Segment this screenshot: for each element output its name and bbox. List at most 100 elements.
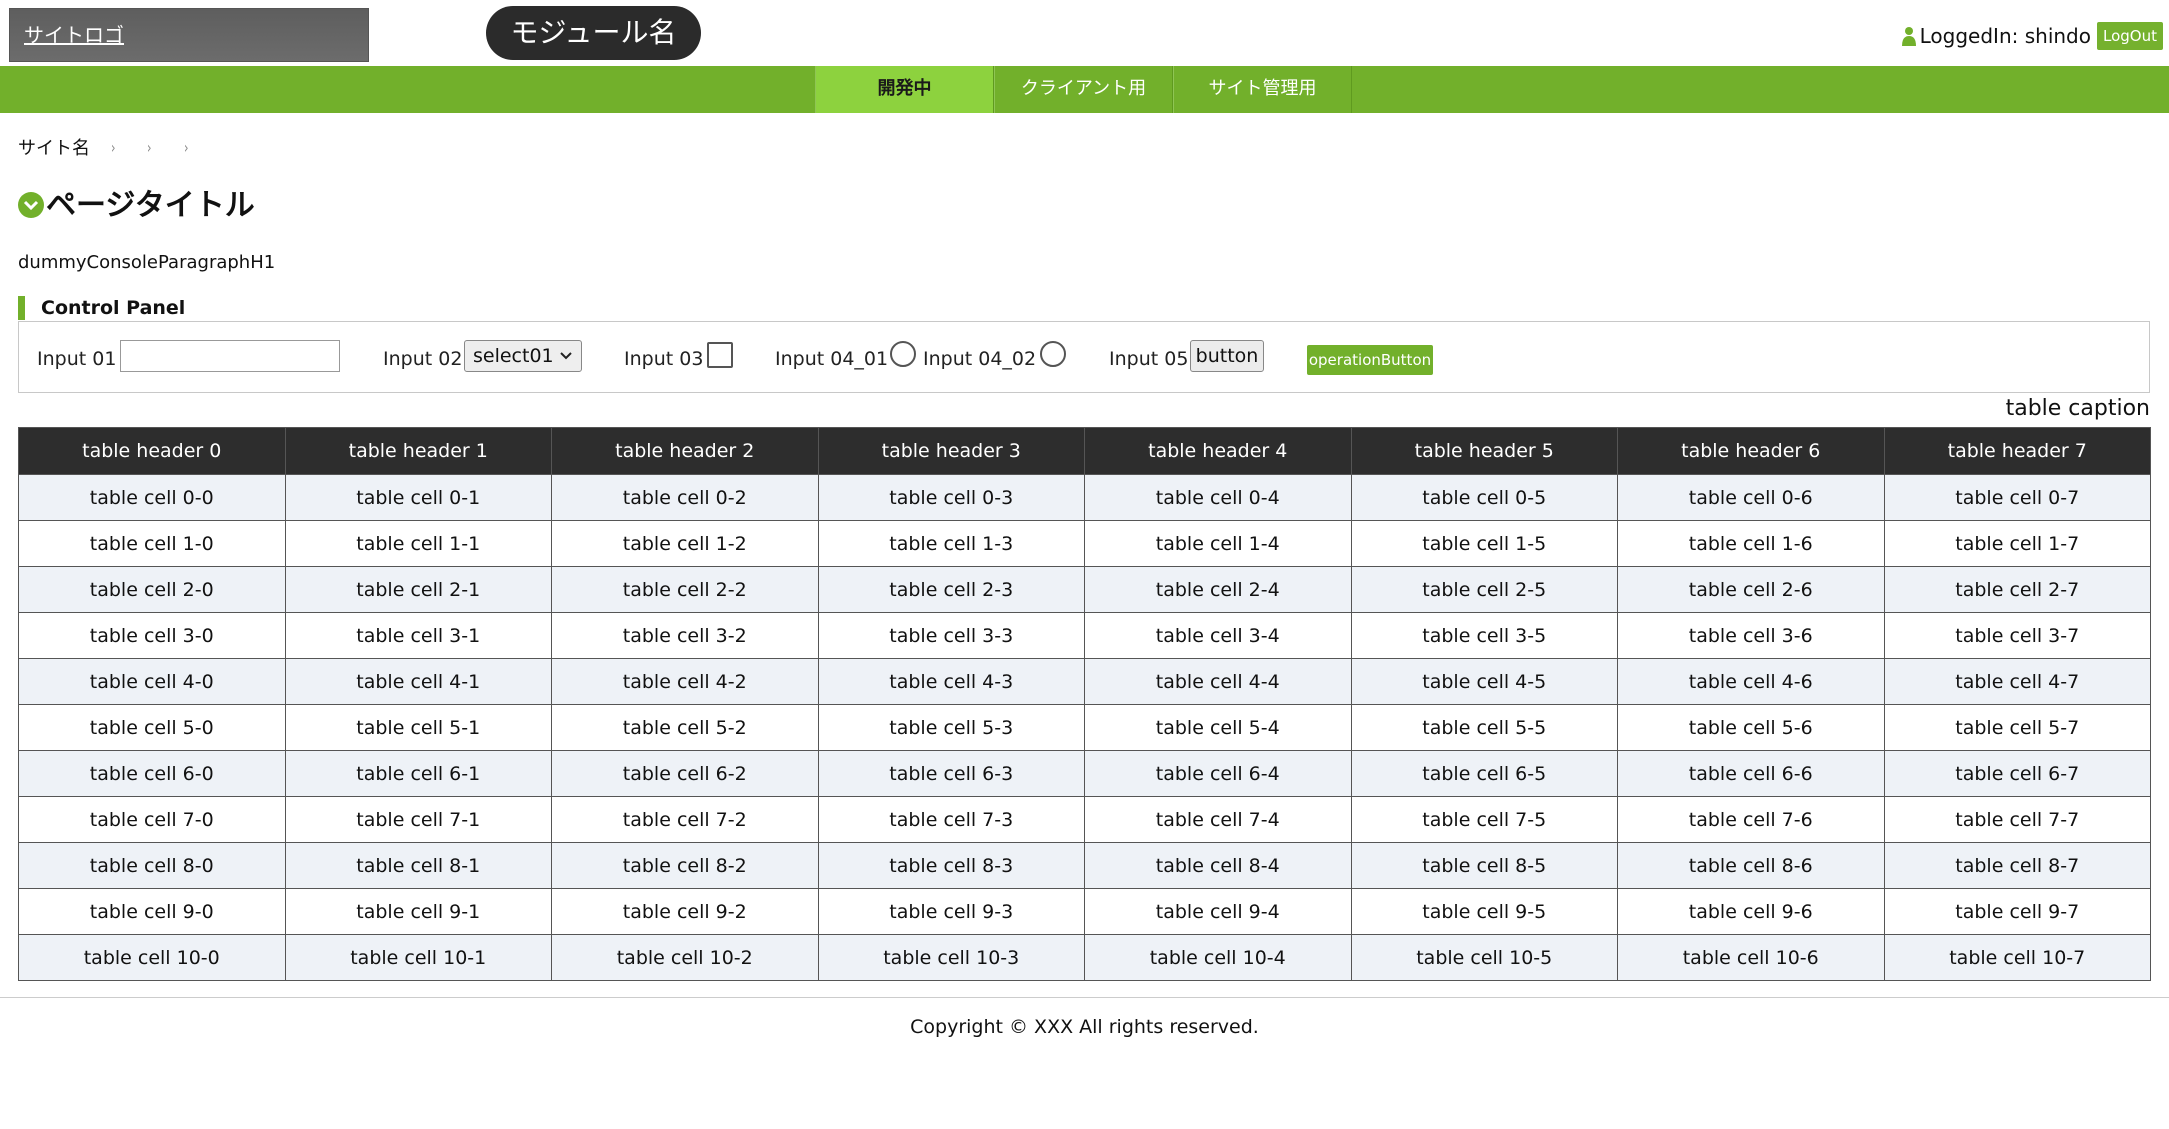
top-header: サイトロゴ モジュール名 LoggedIn: shindo LogOut bbox=[0, 0, 2169, 66]
table-cell: table cell 4-0 bbox=[18, 658, 286, 705]
site-logo[interactable]: サイトロゴ bbox=[9, 8, 369, 62]
table-cell: table cell 7-6 bbox=[1617, 796, 1885, 843]
footer-copyright: Copyright © XXX All rights reserved. bbox=[910, 1016, 1259, 1038]
table-cell: table cell 4-4 bbox=[1084, 658, 1352, 705]
table-cell: table cell 1-6 bbox=[1617, 520, 1885, 567]
table-cell: table cell 3-1 bbox=[284, 612, 552, 659]
table-cell: table cell 1-3 bbox=[817, 520, 1085, 567]
table-row: table cell 9-0 table cell 9-1 table cell 9… bbox=[18, 888, 2151, 935]
table-cell: table cell 0-5 bbox=[1350, 474, 1618, 521]
table-cell: table cell 0-7 bbox=[1883, 474, 2151, 521]
table-cell: table cell 6-6 bbox=[1617, 750, 1885, 797]
table-cell: table cell 10-6 bbox=[1617, 934, 1885, 981]
input03-label: Input 03 bbox=[624, 348, 704, 370]
table-cell: table cell 2-6 bbox=[1617, 566, 1885, 613]
table-cell: table cell 1-2 bbox=[551, 520, 819, 567]
table-cell: table cell 2-1 bbox=[284, 566, 552, 613]
main-nav: 開発中 クライアント用 サイト管理用 bbox=[0, 66, 2169, 113]
table-header[interactable]: table header 2 bbox=[551, 427, 819, 475]
table-cell: table cell 9-5 bbox=[1350, 888, 1618, 935]
table-header[interactable]: table header 3 bbox=[817, 427, 1085, 475]
table-cell: table cell 6-7 bbox=[1883, 750, 2151, 797]
table-body: table cell 0-0 table cell 0-1 table cell 0… bbox=[18, 474, 2151, 981]
table-cell: table cell 0-2 bbox=[551, 474, 819, 521]
user-icon bbox=[1901, 27, 1916, 46]
table-cell: table cell 9-7 bbox=[1883, 888, 2151, 935]
table-cell: table cell 4-3 bbox=[817, 658, 1085, 705]
input04-02-radio[interactable] bbox=[1040, 341, 1066, 367]
table-cell: table cell 6-0 bbox=[18, 750, 286, 797]
table-cell: table cell 9-0 bbox=[18, 888, 286, 935]
table-cell: table cell 4-6 bbox=[1617, 658, 1885, 705]
nav-tab-site-admin[interactable]: サイト管理用 bbox=[1173, 66, 1352, 113]
table-row: table cell 7-0 table cell 7-1 table cell 7… bbox=[18, 796, 2151, 843]
table-cell: table cell 10-2 bbox=[551, 934, 819, 981]
table-cell: table cell 5-3 bbox=[817, 704, 1085, 751]
table-cell: table cell 10-5 bbox=[1350, 934, 1618, 981]
control-panel-heading: Control Panel bbox=[18, 296, 185, 320]
table-cell: table cell 5-1 bbox=[284, 704, 552, 751]
table-cell: table cell 1-0 bbox=[18, 520, 286, 567]
table-cell: table cell 4-1 bbox=[284, 658, 552, 705]
chevron-down-icon bbox=[559, 341, 573, 381]
input01-field[interactable] bbox=[120, 340, 340, 372]
table-header[interactable]: table header 4 bbox=[1084, 427, 1352, 475]
table-cell: table cell 8-6 bbox=[1617, 842, 1885, 889]
table-row: table cell 8-0 table cell 8-1 table cell 8… bbox=[18, 842, 2151, 889]
table-cell: table cell 7-3 bbox=[817, 796, 1085, 843]
table-header[interactable]: table header 6 bbox=[1617, 427, 1885, 475]
table-header[interactable]: table header 0 bbox=[18, 427, 286, 475]
table-cell: table cell 3-6 bbox=[1617, 612, 1885, 659]
input04-01-label: Input 04_01 bbox=[775, 348, 889, 370]
table-cell: table cell 3-4 bbox=[1084, 612, 1352, 659]
nav-tabs: 開発中 クライアント用 サイト管理用 bbox=[815, 66, 1352, 113]
table-cell: table cell 4-2 bbox=[551, 658, 819, 705]
table-header[interactable]: table header 5 bbox=[1350, 427, 1618, 475]
table-cell: table cell 2-2 bbox=[551, 566, 819, 613]
input05-label: Input 05 bbox=[1109, 348, 1189, 370]
table-cell: table cell 3-5 bbox=[1350, 612, 1618, 659]
page-title: ページタイトル bbox=[18, 180, 255, 224]
nav-tab-development[interactable]: 開発中 bbox=[815, 66, 994, 113]
table-cell: table cell 9-4 bbox=[1084, 888, 1352, 935]
table-caption: table caption bbox=[2005, 396, 2150, 421]
console-paragraph: dummyConsoleParagraphH1 bbox=[18, 252, 276, 273]
table-cell: table cell 8-5 bbox=[1350, 842, 1618, 889]
control-panel: Input 01 Input 02 select01 Input 03 Inpu… bbox=[18, 321, 2150, 393]
input04-01-radio[interactable] bbox=[890, 341, 916, 367]
table-cell: table cell 2-7 bbox=[1883, 566, 2151, 613]
table-cell: table cell 0-0 bbox=[18, 474, 286, 521]
table-cell: table cell 0-1 bbox=[284, 474, 552, 521]
table-cell: table cell 7-2 bbox=[551, 796, 819, 843]
table-header[interactable]: table header 7 bbox=[1883, 427, 2151, 475]
table-row: table cell 6-0 table cell 6-1 table cell 6… bbox=[18, 750, 2151, 797]
table-row: table cell 1-0 table cell 1-1 table cell 1… bbox=[18, 520, 2151, 567]
logged-in-label: LoggedIn: shindo bbox=[1919, 24, 2091, 48]
table-cell: table cell 2-3 bbox=[817, 566, 1085, 613]
table-cell: table cell 0-6 bbox=[1617, 474, 1885, 521]
table-header[interactable]: table header 1 bbox=[284, 427, 552, 475]
page-title-text: ページタイトル bbox=[46, 188, 255, 223]
table-row: table cell 5-0 table cell 5-1 table cell 5… bbox=[18, 704, 2151, 751]
table-cell: table cell 4-7 bbox=[1883, 658, 2151, 705]
operation-button[interactable]: operationButton bbox=[1307, 345, 1433, 375]
input05-button[interactable]: button bbox=[1190, 340, 1264, 372]
chevron-right-icon: › bbox=[110, 137, 116, 157]
table-cell: table cell 6-3 bbox=[817, 750, 1085, 797]
chevron-right-icon: › bbox=[147, 137, 152, 157]
data-table: table header 0 table header 1 table head… bbox=[18, 427, 2151, 981]
nav-tab-client[interactable]: クライアント用 bbox=[994, 66, 1173, 113]
table-row: table cell 0-0 table cell 0-1 table cell 0… bbox=[18, 474, 2151, 521]
table-cell: table cell 6-1 bbox=[284, 750, 552, 797]
table-cell: table cell 7-4 bbox=[1084, 796, 1352, 843]
input02-select[interactable]: select01 bbox=[464, 340, 582, 372]
input03-checkbox[interactable] bbox=[707, 342, 733, 368]
table-row: table cell 10-0 table cell 10-1 table cell… bbox=[18, 934, 2151, 981]
input04-02-label: Input 04_02 bbox=[923, 348, 1037, 370]
breadcrumb-site-name[interactable]: サイト名 bbox=[18, 134, 90, 160]
table-cell: table cell 10-3 bbox=[817, 934, 1085, 981]
table-cell: table cell 2-5 bbox=[1350, 566, 1618, 613]
table-cell: table cell 10-7 bbox=[1883, 934, 2151, 981]
logout-button[interactable]: LogOut bbox=[2097, 22, 2163, 50]
table-cell: table cell 5-2 bbox=[551, 704, 819, 751]
